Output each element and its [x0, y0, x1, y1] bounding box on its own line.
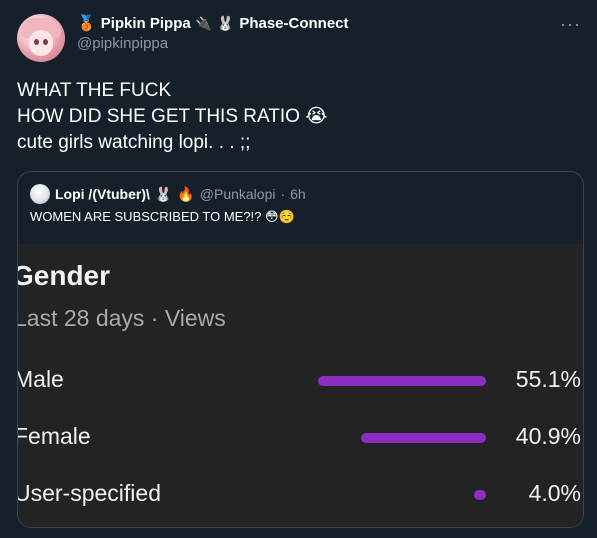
gender-label: Male — [17, 366, 64, 392]
quote-text: WOMEN ARE SUBSCRIBED TO ME?!? 😳☺️ — [30, 209, 295, 224]
analytics-screenshot[interactable]: Gender Last 28 days · Views Male 55.1% F… — [18, 244, 583, 527]
bunny-icon: 🐰 — [154, 185, 173, 202]
author-avatar[interactable] — [17, 14, 65, 62]
analytics-subtitle: Last 28 days · Views — [17, 305, 226, 331]
tweet-line-3: cute girls watching lopi. . . ;; — [17, 132, 251, 153]
avatar-eye-left — [34, 39, 39, 45]
quoted-tweet[interactable]: Lopi /(Vtuber)\ 🐰 🔥 @Punkalopi · 6h WOME… — [17, 171, 584, 528]
gender-label: User-specified — [17, 480, 161, 506]
avatar-eye-right — [43, 39, 48, 45]
gender-bar — [361, 433, 486, 443]
quote-author-handle[interactable]: @Punkalopi — [200, 186, 276, 202]
medal-icon: 🥉 — [77, 15, 96, 32]
quote-avatar[interactable] — [30, 184, 50, 204]
gender-row-user-specified: User-specified 4.0% — [17, 480, 583, 510]
quote-author-name[interactable]: Lopi /(Vtuber)\ — [55, 186, 150, 202]
fire-icon: 🔥 — [177, 185, 195, 202]
avatar-face — [29, 30, 53, 56]
quote-separator: · — [280, 186, 286, 202]
gender-bar — [318, 376, 486, 386]
gender-bar — [474, 490, 486, 500]
tweet-line-2: HOW DID SHE GET THIS RATIO 😭 — [17, 106, 328, 127]
gender-row-male: Male 55.1% — [17, 366, 583, 396]
tweet-line-1: WHAT THE FUCK — [17, 80, 172, 101]
author-name-row: 🥉 Pipkin Pippa 🔌 🐰 Phase-Connect — [77, 15, 577, 32]
more-options-icon[interactable]: ··· — [560, 14, 581, 35]
quote-time[interactable]: 6h — [290, 186, 306, 202]
plug-icon: 🔌 — [195, 15, 212, 31]
gender-value: 4.0% — [528, 480, 581, 506]
author-affiliation[interactable]: Phase-Connect — [239, 15, 348, 32]
bunny-icon: 🐰 — [216, 15, 235, 31]
author-handle[interactable]: @pipkinpippa — [77, 35, 577, 52]
tweet-body: WHAT THE FUCK HOW DID SHE GET THIS RATIO… — [17, 78, 577, 156]
tweet-header: 🥉 Pipkin Pippa 🔌 🐰 Phase-Connect @pipkin… — [77, 15, 577, 55]
quote-header: Lopi /(Vtuber)\ 🐰 🔥 @Punkalopi · 6h — [30, 184, 306, 204]
gender-value: 40.9% — [515, 423, 581, 449]
gender-label: Female — [17, 423, 91, 449]
author-name[interactable]: Pipkin Pippa — [101, 15, 191, 32]
gender-value: 55.1% — [515, 366, 581, 392]
gender-row-female: Female 40.9% — [17, 423, 583, 453]
analytics-title: Gender — [17, 260, 111, 291]
